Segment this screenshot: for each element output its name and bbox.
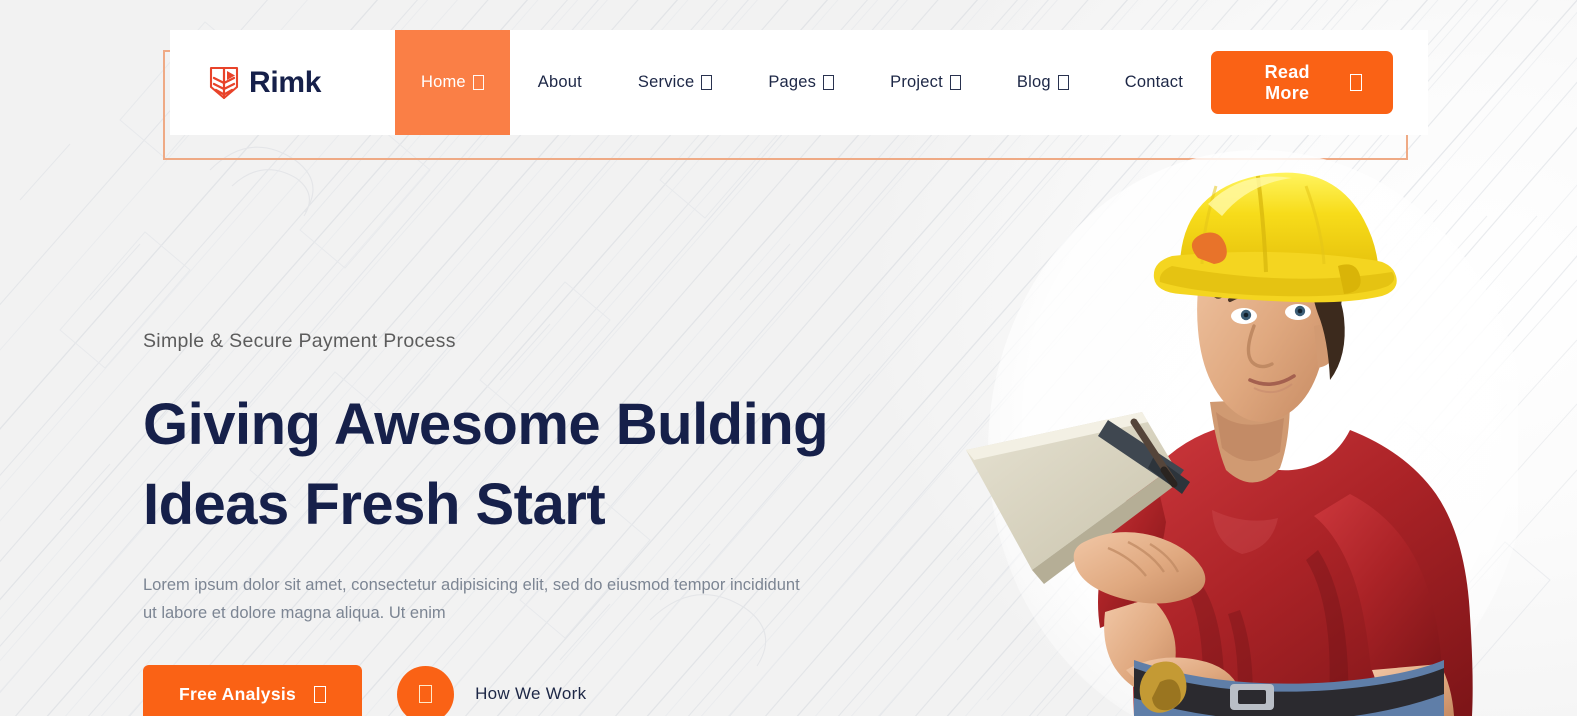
logo-text: Rimk (249, 65, 322, 99)
play-icon (419, 685, 433, 703)
hero-section: Simple & Secure Payment Process Giving A… (143, 330, 903, 716)
read-more-button[interactable]: Read More (1211, 51, 1393, 114)
main-navigation: Home About Service Pages Project Blog Co… (394, 30, 1211, 135)
nav-item-blog[interactable]: Blog (989, 30, 1097, 135)
free-analysis-button[interactable]: Free Analysis (143, 665, 363, 716)
hero-cta-row: Free Analysis How We Work (143, 665, 903, 716)
nav-item-project[interactable]: Project (862, 30, 989, 135)
nav-item-contact[interactable]: Contact (1097, 30, 1211, 135)
nav-label-project: Project (890, 73, 943, 91)
chevron-down-icon (1057, 75, 1069, 90)
nav-label-about: About (537, 73, 582, 91)
page-root: Rimk Home About Service Pages Project Bl… (0, 0, 1577, 716)
chevron-down-icon (949, 75, 961, 90)
nav-label-home: Home (420, 73, 466, 91)
chevron-down-icon (472, 75, 484, 90)
nav-label-service: Service (637, 73, 695, 91)
play-button-circle[interactable] (397, 665, 455, 716)
how-we-work-label: How We Work (475, 684, 587, 703)
nav-item-home[interactable]: Home (394, 30, 510, 135)
hero-headline-line-1: Giving Awesome Bulding (143, 392, 829, 457)
nav-label-pages: Pages (768, 73, 817, 91)
arrow-right-icon (314, 685, 327, 703)
chevron-down-icon (823, 75, 835, 90)
nav-label-contact: Contact (1124, 73, 1183, 91)
arrow-right-icon (1350, 74, 1362, 91)
hero-headline-line-2: Ideas Fresh Start (143, 472, 606, 537)
logo[interactable]: Rimk (209, 65, 387, 101)
nav-item-service[interactable]: Service (610, 30, 740, 135)
how-we-work-button[interactable]: How We Work (397, 665, 587, 716)
nav-item-pages[interactable]: Pages (740, 30, 862, 135)
shield-chevron-logo-icon (209, 66, 239, 99)
read-more-label: Read More (1264, 61, 1310, 103)
hero-worker-image (966, 150, 1518, 716)
hero-headline: Giving Awesome Bulding Ideas Fresh Start (143, 385, 903, 545)
nav-item-about[interactable]: About (510, 30, 610, 135)
free-analysis-label: Free Analysis (179, 683, 297, 704)
hero-eyebrow: Simple & Secure Payment Process (143, 330, 456, 352)
chevron-down-icon (701, 75, 713, 90)
site-header: Rimk Home About Service Pages Project Bl… (170, 30, 1428, 135)
nav-label-blog: Blog (1016, 73, 1051, 91)
hero-paragraph: Lorem ipsum dolor sit amet, consectetur … (143, 576, 800, 622)
